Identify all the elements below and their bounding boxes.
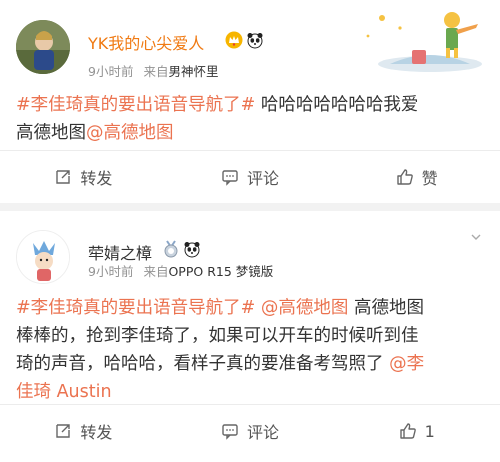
mention-link-2[interactable]: @李 <box>384 354 424 374</box>
topic-link[interactable]: #李佳琦真的要出语音导航了# <box>16 95 255 115</box>
panda-icon[interactable] <box>183 240 201 258</box>
like-button[interactable]: 1 <box>333 416 500 446</box>
post-body-line2: 棒棒的，抢到李佳琦了，如果可以开车的时候听到佳 <box>16 326 419 346</box>
action-bar: 转发 评论 赞 <box>0 162 500 192</box>
post-text: #李佳琦真的要出语音导航了# @高德地图 高德地图 棒棒的，抢到李佳琦了，如果可… <box>16 294 486 406</box>
post-card-2: 荦婧之樟 9小时前 来自OPPO R15 梦镜版 #李佳琦真的要出语音导航了# @… <box>0 211 500 462</box>
post-card-1: YK我的心尖爱人 9小时前 来自男神怀里 #李佳琦真的要出语音导航了# 哈哈哈哈哈… <box>0 0 500 203</box>
repost-label: 转发 <box>80 169 113 188</box>
post-body-line2: 高德地图 <box>16 123 86 143</box>
post-text: #李佳琦真的要出语音导航了# 哈哈哈哈哈哈哈我爱 高德地图@高德地图 <box>16 91 486 147</box>
repost-button[interactable]: 转发 <box>0 416 167 446</box>
chevron-down-icon[interactable] <box>470 231 482 243</box>
like-label: 赞 <box>421 169 438 188</box>
medal-icon[interactable] <box>162 240 180 258</box>
post-body: 哈哈哈哈哈哈哈我爱 <box>255 95 419 115</box>
post-time: 9小时前 <box>88 64 134 79</box>
mention-link-2-cont[interactable]: 佳琦 Austin <box>16 382 112 402</box>
post-time: 9小时前 <box>88 264 134 279</box>
mention-link[interactable]: @高德地图 <box>255 298 349 318</box>
repost-icon <box>56 170 71 184</box>
divider <box>0 404 500 405</box>
like-count: 1 <box>424 421 435 441</box>
comment-label: 评论 <box>247 423 280 442</box>
repost-icon <box>56 424 71 438</box>
source-prefix: 来自 <box>143 64 169 79</box>
thumbs-up-icon <box>399 423 416 439</box>
action-bar: 转发 评论 1 <box>0 416 500 446</box>
avatar[interactable] <box>16 230 70 284</box>
divider <box>0 150 500 151</box>
post-source[interactable]: 男神怀里 <box>168 64 218 79</box>
post-meta: 9小时前 来自男神怀里 <box>88 61 218 80</box>
comment-icon <box>222 170 238 186</box>
comment-label: 评论 <box>247 169 280 188</box>
thumbs-up-icon <box>396 169 413 185</box>
topic-link[interactable]: #李佳琦真的要出语音导航了# <box>16 298 255 318</box>
repost-button[interactable]: 转发 <box>0 162 167 192</box>
like-button[interactable]: 赞 <box>333 162 500 192</box>
post-source[interactable]: OPPO R15 梦镜版 <box>168 264 273 279</box>
post-body: 高德地图 <box>348 298 424 318</box>
username[interactable]: YK我的心尖爱人 <box>88 30 204 54</box>
mention-link[interactable]: @高德地图 <box>86 123 174 143</box>
avatar[interactable] <box>16 20 70 74</box>
comment-button[interactable]: 评论 <box>167 162 334 192</box>
comment-button[interactable]: 评论 <box>167 416 334 446</box>
repost-label: 转发 <box>80 423 113 442</box>
source-prefix: 来自 <box>143 264 169 279</box>
little-prince-decoration <box>366 12 482 72</box>
panda-icon[interactable] <box>246 31 264 49</box>
post-meta: 9小时前 来自OPPO R15 梦镜版 <box>88 261 273 280</box>
post-body-line3: 琦的声音，哈哈哈，看样子真的要准备考驾照了 <box>16 354 384 374</box>
comment-icon <box>222 424 238 440</box>
vip-crown-icon[interactable] <box>225 31 243 49</box>
